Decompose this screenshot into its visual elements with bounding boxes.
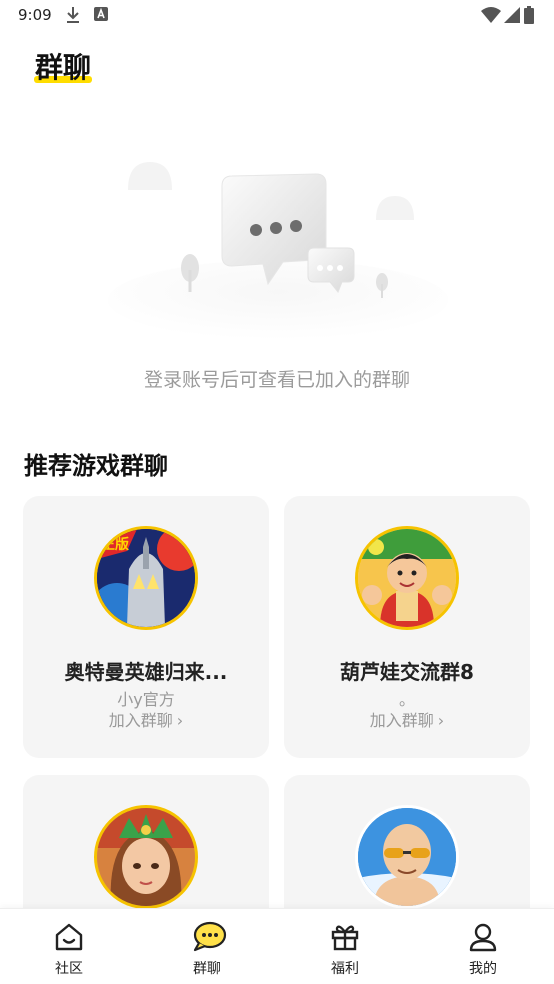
signal-icon xyxy=(504,7,520,23)
heroine-avatar xyxy=(94,805,198,909)
nav-label: 群聊 xyxy=(193,961,221,977)
nav-item-profile[interactable]: 我的 xyxy=(414,909,552,984)
chat-icon xyxy=(193,921,227,952)
chevron-right-icon: › xyxy=(176,711,184,730)
join-group-label: 加入群聊 xyxy=(369,711,434,730)
profile-icon xyxy=(469,923,497,952)
battery-icon xyxy=(524,6,534,24)
nav-label: 我的 xyxy=(469,961,497,977)
bottom-nav: 社区 群聊 福利 我的 xyxy=(0,908,554,984)
a-notification-icon xyxy=(94,7,108,21)
ultraman-avatar: 正版 xyxy=(94,526,198,630)
page-title: 群聊 xyxy=(34,51,93,84)
chevron-right-icon: › xyxy=(437,711,445,730)
nav-item-welfare[interactable]: 福利 xyxy=(276,909,414,984)
group-name: 葫芦娃交流群8 xyxy=(340,660,474,684)
empty-state-message: 登录账号后可查看已加入的群聊 xyxy=(143,369,410,391)
join-group-link[interactable]: 加入群聊 › xyxy=(284,707,530,731)
join-group-link[interactable]: 加入群聊 › xyxy=(23,707,269,731)
nav-label: 社区 xyxy=(55,961,83,977)
bald-man-avatar xyxy=(355,805,459,909)
group-card[interactable]: 葫芦娃交流群8 。 加入群聊 › xyxy=(284,496,530,758)
status-bar: 9:09 xyxy=(0,0,554,32)
section-title: 推荐游戏群聊 xyxy=(24,452,168,480)
download-icon xyxy=(67,7,79,23)
calabash-brother-avatar xyxy=(355,526,459,630)
svg-text:正版: 正版 xyxy=(101,536,129,553)
gift-icon xyxy=(331,925,359,951)
nav-item-group-chat[interactable]: 群聊 xyxy=(138,909,276,984)
join-group-label: 加入群聊 xyxy=(108,711,173,730)
wifi-icon xyxy=(481,7,501,23)
home-icon xyxy=(55,923,83,951)
nav-item-community[interactable]: 社区 xyxy=(0,909,138,984)
group-name: 奥特曼英雄归来... xyxy=(64,660,228,684)
group-card[interactable]: 正版 奥特曼英雄归来... 小y官方 加入群聊 › xyxy=(23,496,269,758)
status-time: 9:09 xyxy=(18,6,52,24)
nav-label: 福利 xyxy=(331,961,359,977)
empty-chat-illustration xyxy=(108,162,448,340)
